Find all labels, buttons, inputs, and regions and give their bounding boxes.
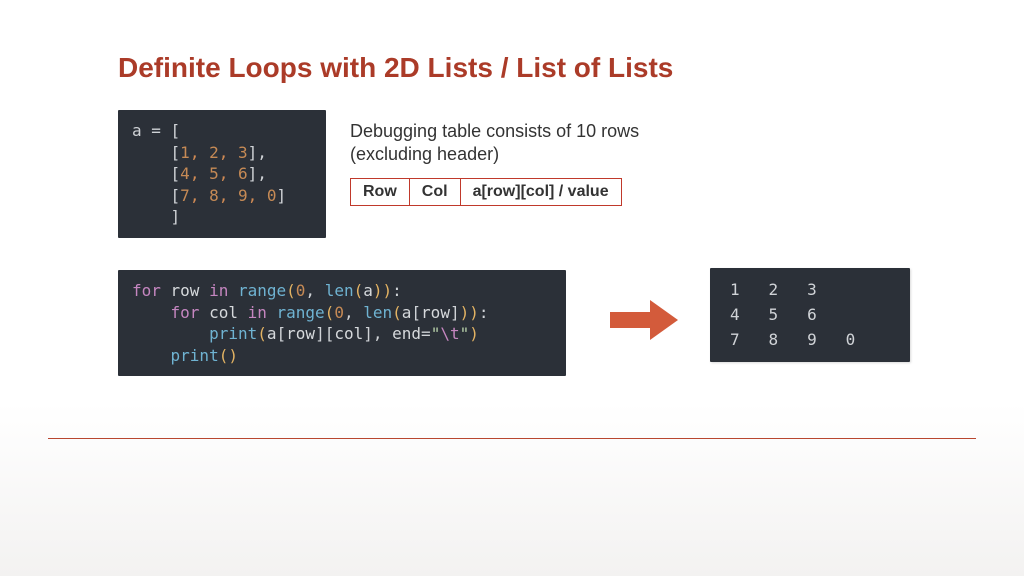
divider — [48, 438, 976, 439]
table-header-row: Row Col a[row][col] / value — [351, 179, 622, 206]
code-block-nested-loop: for row in range(0, len(a)): for col in … — [118, 270, 566, 376]
debug-note-line2: (excluding header) — [350, 144, 499, 164]
debug-table: Row Col a[row][col] / value — [350, 178, 622, 206]
debug-note: Debugging table consists of 10 rows (exc… — [350, 120, 639, 167]
arrow-icon — [610, 300, 680, 340]
slide-title: Definite Loops with 2D Lists / List of L… — [118, 52, 673, 84]
table-header-col-col: Col — [409, 179, 460, 206]
table-header-row-col: Row — [351, 179, 410, 206]
code-block-list-definition: a = [ [1, 2, 3], [4, 5, 6], [7, 8, 9, 0]… — [118, 110, 326, 238]
slide: Definite Loops with 2D Lists / List of L… — [0, 0, 1024, 576]
table-header-value-col: a[row][col] / value — [460, 179, 621, 206]
output-block: 1 2 3 4 5 6 7 8 9 0 — [710, 268, 910, 362]
debug-note-line1: Debugging table consists of 10 rows — [350, 121, 639, 141]
